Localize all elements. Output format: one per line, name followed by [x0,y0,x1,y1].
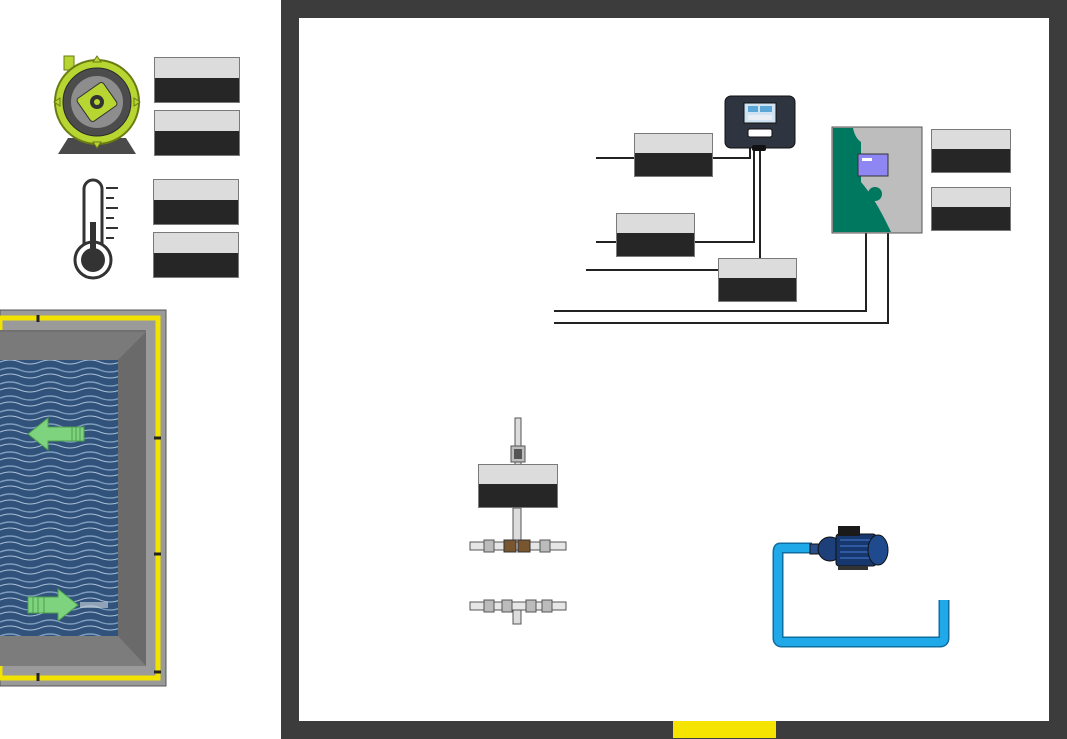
probe-tag-1-label [479,465,557,484]
panel-tag-2-label [932,188,1010,207]
pipe-fitting-icon [469,599,567,625]
panel-tag-1-label [932,130,1010,149]
controller-tag-1-value [635,152,712,176]
controller-tag-2-value [617,232,694,256]
controller-tag-3-value [719,277,796,301]
probe-tag-1[interactable] [478,464,558,508]
probe-holder-icon[interactable] [508,417,528,471]
controller-tag-2-label [617,214,694,233]
centrifugal-pump-icon[interactable] [809,524,890,572]
probe-tag-1-value [479,483,557,507]
panel-tag-1-value [932,148,1010,172]
controller-unit-icon[interactable] [724,95,796,153]
panel-tag-2[interactable] [931,187,1011,231]
control-panel-icon[interactable] [831,126,923,234]
panel-tag-1[interactable] [931,129,1011,173]
controller-tag-1[interactable] [634,133,713,177]
pipe-fitting-icon [469,507,567,553]
controller-tag-3[interactable] [718,258,797,302]
panel-tag-2-value [932,206,1010,230]
controller-tag-2[interactable] [616,213,695,257]
controller-tag-1-label [635,134,712,153]
controller-tag-3-label [719,259,796,278]
